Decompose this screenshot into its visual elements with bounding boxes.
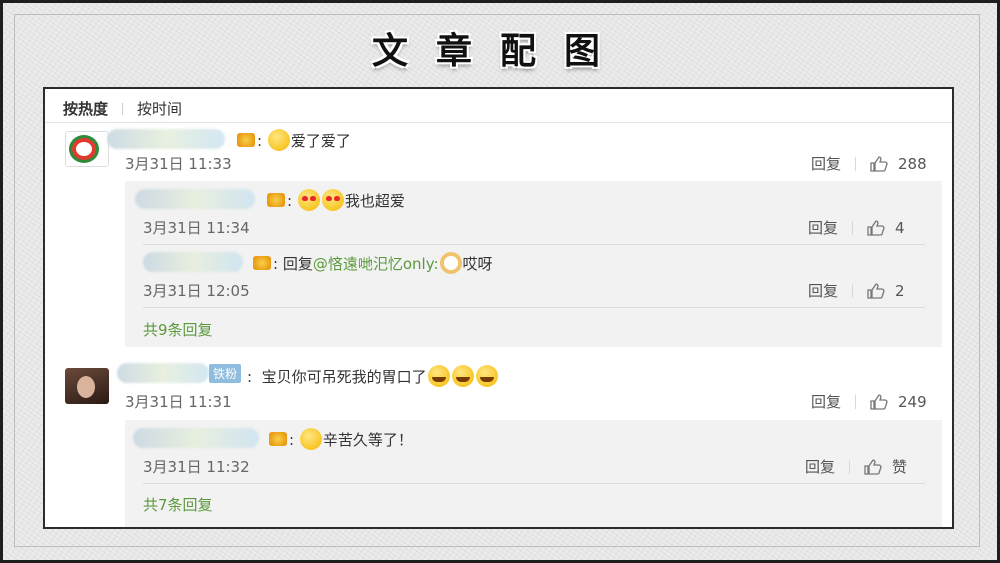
like-count: 4	[895, 218, 905, 237]
blurred-username[interactable]	[107, 129, 225, 149]
like-count: 288	[898, 154, 927, 173]
reply-actions: 回复 4	[808, 217, 905, 238]
reply-button[interactable]: 回复	[811, 391, 841, 412]
blurred-username[interactable]	[135, 189, 255, 209]
blurred-username[interactable]	[117, 363, 209, 383]
reply-text: : 回复@悋遠哋汜忆only: 哎呀	[273, 252, 493, 274]
comment-time: 3月31日 11:33	[125, 155, 232, 173]
reply-time: 3月31日 12:05	[143, 282, 250, 300]
thumb-up-icon[interactable]	[870, 393, 888, 410]
tab-hot[interactable]: 按热度	[63, 98, 108, 119]
thumb-up-icon[interactable]	[867, 282, 885, 299]
vip-badge-icon	[267, 193, 285, 207]
action-divider	[849, 459, 851, 474]
reply-button[interactable]: 回复	[808, 280, 838, 301]
action-divider	[852, 283, 854, 298]
thumb-up-icon[interactable]	[870, 155, 888, 172]
reply-time: 3月31日 11:32	[143, 458, 250, 476]
thumb-up-icon[interactable]	[864, 458, 882, 475]
action-divider	[852, 220, 854, 235]
more-replies-link[interactable]: 共7条回复	[143, 494, 213, 515]
emoji-icon	[451, 365, 474, 387]
reply-box: : 辛苦久等了！ 3月31日 11:32 回复 赞 共7条回复	[125, 420, 942, 527]
vip-badge-icon	[269, 432, 287, 446]
mention-link[interactable]: @悋遠哋汜忆only:	[313, 255, 439, 273]
divider	[143, 244, 925, 245]
more-replies-link[interactable]: 共9条回复	[143, 319, 213, 340]
comment-panel: 按热度 按时间 : 爱了爱了 3月31日 11:33 回复 288 : 我也超爱…	[43, 87, 954, 529]
vip-badge-icon	[237, 133, 255, 147]
like-count: 249	[898, 392, 927, 411]
divider	[143, 307, 925, 308]
comment-actions: 回复 249	[811, 391, 927, 412]
emoji-icon	[299, 428, 322, 450]
reply-actions: 回复 赞	[805, 456, 907, 477]
divider	[143, 483, 925, 484]
blurred-username[interactable]	[133, 428, 259, 448]
like-label[interactable]: 赞	[892, 456, 907, 477]
reply-time: 3月31日 11:34	[143, 219, 250, 237]
reply-button[interactable]: 回复	[811, 153, 841, 174]
emoji-icon	[267, 129, 290, 151]
emoji-icon	[297, 189, 320, 211]
emoji-icon	[321, 189, 344, 211]
comment-time: 3月31日 11:31	[125, 393, 232, 411]
divider	[45, 122, 952, 123]
reply-box: : 我也超爱 3月31日 11:34 回复 4 : 回复@悋遠哋汜忆only: 哎…	[125, 181, 942, 347]
comment-text: : 爱了爱了	[257, 129, 351, 151]
fan-badge: 铁粉	[209, 364, 242, 383]
banner-title: 文章配图	[371, 31, 628, 72]
thumb-up-icon[interactable]	[867, 219, 885, 236]
reply-text: : 我也超爱	[287, 189, 405, 211]
vip-badge-icon	[253, 256, 271, 270]
comment-actions: 回复 288	[811, 153, 927, 174]
tab-divider	[122, 102, 124, 115]
reply-actions: 回复 2	[808, 280, 905, 301]
emoji-icon	[427, 365, 450, 387]
sort-tabs: 按热度 按时间	[63, 98, 182, 119]
blurred-username[interactable]	[143, 252, 243, 272]
emoji-icon	[475, 365, 498, 387]
action-divider	[855, 156, 857, 171]
comment-text: : 宝贝你可吊死我的胃口了	[247, 365, 499, 387]
tab-time[interactable]: 按时间	[137, 98, 182, 119]
action-divider	[855, 394, 857, 409]
reply-button[interactable]: 回复	[808, 217, 838, 238]
like-count: 2	[895, 281, 905, 300]
avatar[interactable]	[65, 131, 109, 167]
reply-button[interactable]: 回复	[805, 456, 835, 477]
reply-text: : 辛苦久等了！	[289, 428, 413, 450]
avatar[interactable]	[65, 368, 109, 404]
emoji-icon	[439, 252, 462, 274]
